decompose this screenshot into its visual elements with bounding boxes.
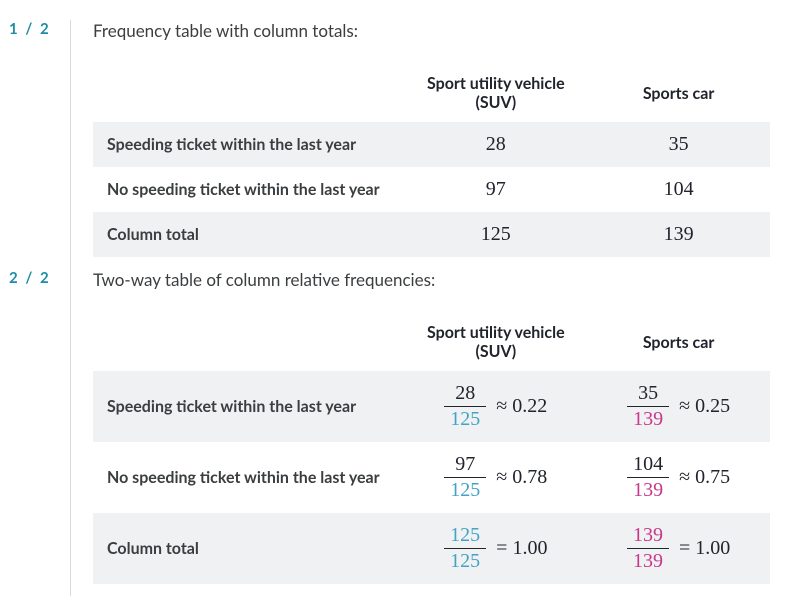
col-header-sportscar: Sports car (587, 312, 770, 371)
table-row: No speeding ticket within the last year … (93, 167, 770, 212)
row-label: Speeding ticket within the last year (93, 371, 404, 442)
table-row: Speeding ticket within the last year 28 … (93, 122, 770, 167)
section-relative-frequencies: 2 / 2 Two-way table of column relative f… (70, 269, 770, 596)
row-label: Column total (93, 513, 404, 584)
section-frequency-table: 1 / 2 Frequency table with column totals… (70, 20, 770, 269)
relative-frequency-table: Sport utility vehicle (SUV) Sports car S… (93, 312, 770, 584)
frequency-table: Sport utility vehicle (SUV) Sports car S… (93, 63, 770, 257)
step-badge: 1 / 2 (9, 20, 55, 42)
col-header-suv: Sport utility vehicle (SUV) (404, 63, 587, 122)
table-row: Column total 125125 = 1.00 139139 = 1.00 (93, 513, 770, 584)
cell-value: 28 (404, 122, 587, 167)
section-title: Two-way table of column relative frequen… (93, 269, 770, 290)
cell-fraction: 35139 ≈ 0.25 (587, 371, 770, 442)
cell-value: 104 (587, 167, 770, 212)
column-total-sportscar: 139 (587, 212, 770, 257)
col-header (93, 312, 404, 371)
column-total-suv: 125 (404, 212, 587, 257)
table-row: Column total 125 139 (93, 212, 770, 257)
row-label: Speeding ticket within the last year (93, 122, 404, 167)
col-header-sportscar: Sports car (587, 63, 770, 122)
row-label: No speeding ticket within the last year (93, 167, 404, 212)
cell-value: 97 (404, 167, 587, 212)
col-header-suv: Sport utility vehicle (SUV) (404, 312, 587, 371)
cell-value: 35 (587, 122, 770, 167)
table-row: No speeding ticket within the last year … (93, 442, 770, 513)
section-title: Frequency table with column totals: (93, 20, 770, 41)
row-label: Column total (93, 212, 404, 257)
cell-fraction: 104139 ≈ 0.75 (587, 442, 770, 513)
step-badge: 2 / 2 (9, 269, 55, 291)
row-label: No speeding ticket within the last year (93, 442, 404, 513)
col-header (93, 63, 404, 122)
cell-fraction: 139139 = 1.00 (587, 513, 770, 584)
cell-fraction: 125125 = 1.00 (404, 513, 587, 584)
table-row: Speeding ticket within the last year 281… (93, 371, 770, 442)
cell-fraction: 28125 ≈ 0.22 (404, 371, 587, 442)
cell-fraction: 97125 ≈ 0.78 (404, 442, 587, 513)
